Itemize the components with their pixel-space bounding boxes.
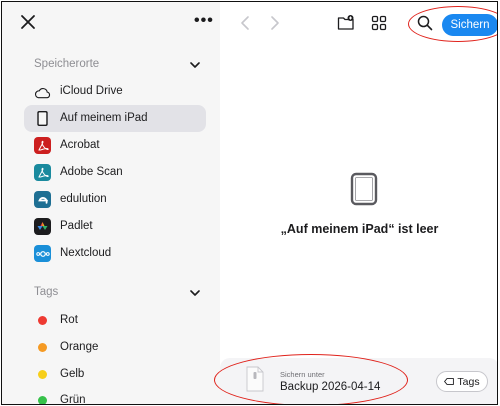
forward-chevron-icon[interactable]: [270, 16, 280, 30]
tags-header: Tags: [34, 286, 59, 298]
icloud-icon: [34, 88, 51, 99]
sidebar-tag-green[interactable]: Grün: [24, 387, 206, 405]
sidebar-item-label: Orange: [60, 341, 99, 353]
save-under-label: Sichern unter: [280, 370, 325, 379]
save-location-bar: Sichern unter Backup 2026-04-14 Tags: [220, 358, 497, 404]
sidebar-item-nextcloud[interactable]: Nextcloud: [24, 240, 206, 267]
tag-color-dot: [38, 343, 47, 352]
edulution-icon: [34, 191, 51, 208]
sidebar-item-label: edulution: [60, 193, 107, 205]
sidebar-item-padlet[interactable]: Padlet: [24, 213, 206, 240]
file-icon: [246, 366, 264, 392]
more-options-icon[interactable]: •••: [194, 13, 214, 29]
sidebar-item-label: Acrobat: [60, 139, 100, 151]
sidebar-item-label: Rot: [60, 314, 78, 326]
tag-icon: [444, 378, 455, 385]
locations-header: Speicherorte: [34, 58, 100, 70]
search-icon[interactable]: [416, 14, 434, 32]
sidebar-item-adobe-scan[interactable]: Adobe Scan: [24, 159, 206, 186]
tags-button-label: Tags: [457, 375, 480, 388]
main-content: Sichern „Auf meinem iPad“ ist leer Siche…: [214, 2, 497, 404]
sidebar-item-on-my-ipad[interactable]: Auf meinem iPad: [24, 105, 206, 132]
sidebar-tag-orange[interactable]: Orange: [24, 334, 206, 361]
sidebar-item-label: Nextcloud: [60, 247, 112, 259]
sidebar-item-edulution[interactable]: edulution: [24, 186, 206, 213]
sidebar-tag-yellow[interactable]: Gelb: [24, 361, 206, 388]
sidebar-item-label: Auf meinem iPad: [60, 112, 148, 124]
empty-folder-message: „Auf meinem iPad“ ist leer: [280, 222, 439, 236]
tag-color-dot: [38, 396, 47, 404]
sidebar-tag-red[interactable]: Rot: [24, 307, 206, 334]
padlet-icon: [34, 218, 51, 235]
chevron-down-icon[interactable]: [190, 61, 200, 69]
sidebar-item-icloud-drive[interactable]: iCloud Drive: [24, 78, 206, 105]
sidebar-item-label: Grün: [60, 394, 86, 405]
close-icon[interactable]: [20, 14, 36, 30]
grid-view-icon[interactable]: [370, 14, 388, 32]
back-chevron-icon[interactable]: [240, 16, 250, 30]
sidebar-item-label: Adobe Scan: [60, 166, 123, 178]
save-button[interactable]: Sichern: [442, 14, 497, 36]
file-name-field[interactable]: Backup 2026-04-14: [280, 381, 380, 393]
sidebar-item-label: Gelb: [60, 368, 85, 380]
sidebar: ••• Speicherorte iCloud Drive Auf meinem…: [2, 2, 220, 405]
tag-color-dot: [38, 370, 47, 379]
ipad-empty-icon: [350, 172, 378, 206]
tags-button[interactable]: Tags: [436, 371, 488, 392]
files-save-dialog: ••• Speicherorte iCloud Drive Auf meinem…: [1, 1, 498, 405]
sidebar-item-label: iCloud Drive: [60, 85, 123, 97]
sidebar-header: •••: [2, 2, 220, 42]
tag-color-dot: [38, 316, 47, 325]
acrobat-icon: [34, 137, 51, 154]
adobe-scan-icon: [34, 164, 51, 181]
new-folder-icon[interactable]: [337, 14, 355, 32]
nextcloud-icon: [34, 245, 51, 262]
chevron-down-icon[interactable]: [190, 289, 200, 297]
sidebar-item-label: Padlet: [60, 220, 93, 232]
sidebar-item-acrobat[interactable]: Acrobat: [24, 132, 206, 159]
ipad-icon: [37, 110, 48, 127]
